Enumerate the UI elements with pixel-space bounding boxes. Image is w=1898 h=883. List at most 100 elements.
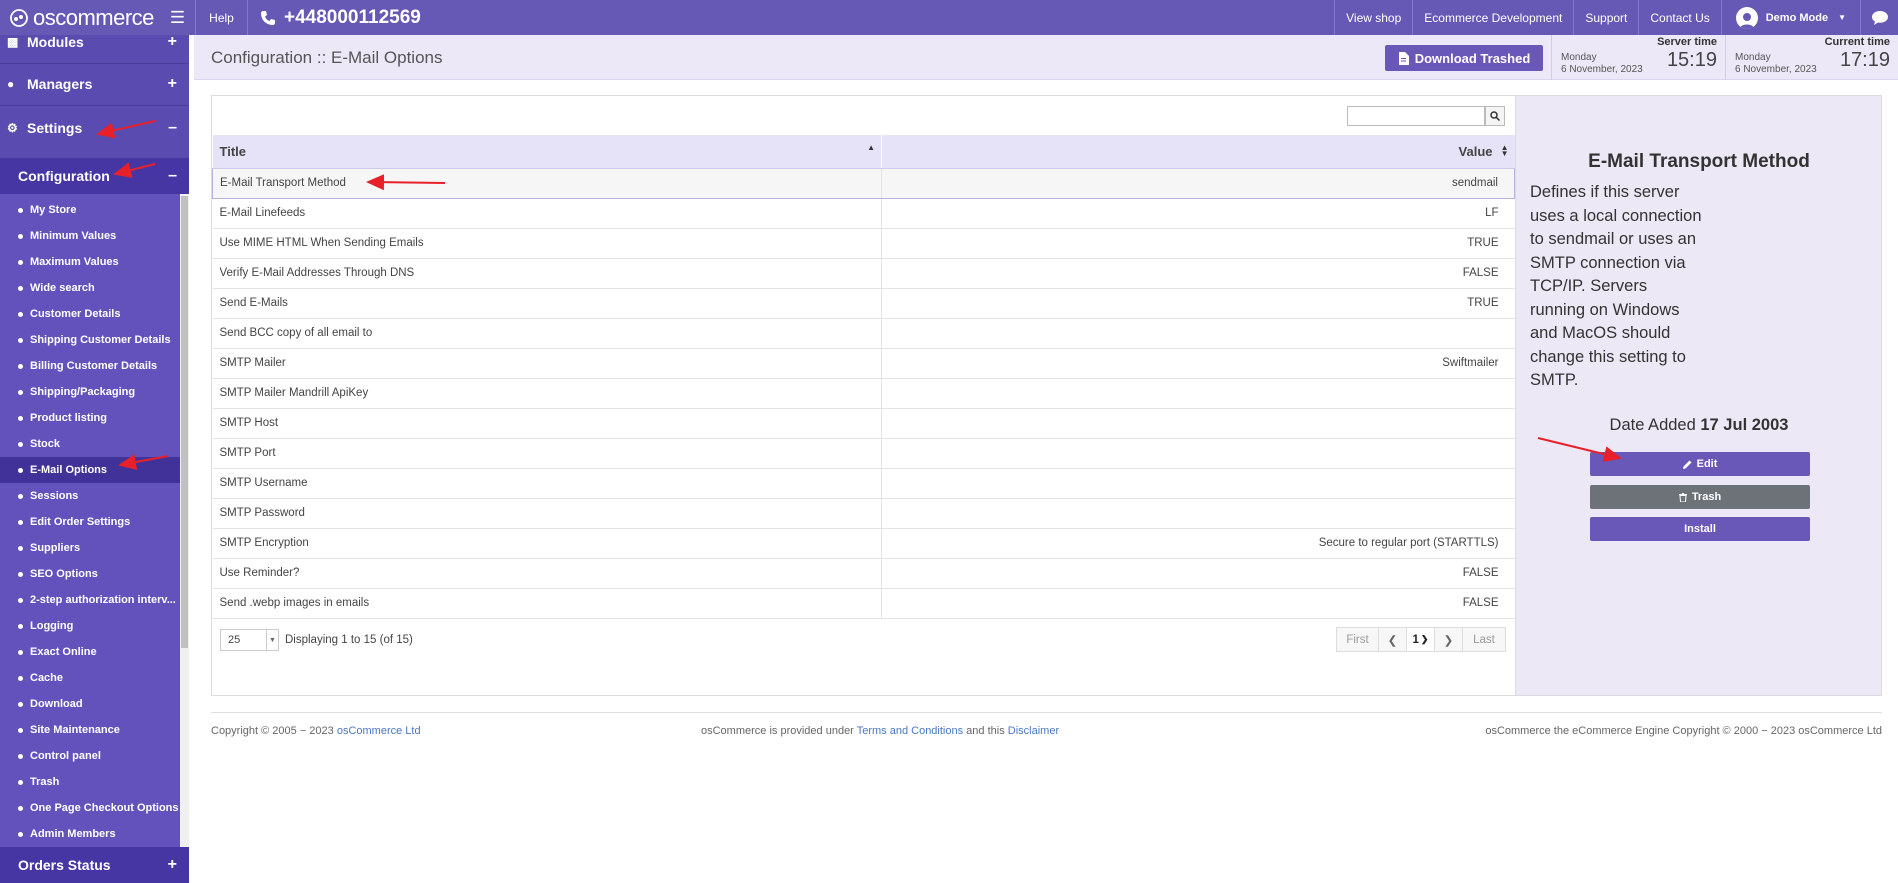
bullet-icon [18,753,23,759]
sidebar-config-item[interactable]: Customer Details [0,301,180,327]
table-row[interactable]: SMTP Port [212,438,1515,469]
sidebar-config-item[interactable]: SEO Options [0,561,180,587]
table-row[interactable]: E-Mail Transport Method sendmail [212,167,1515,199]
sidebar-orders-status[interactable]: Orders Status + [0,847,189,883]
sidebar-config-item-label: Product listing [30,412,107,424]
sidebar-config-item[interactable]: Exact Online [0,639,180,665]
table-row[interactable]: SMTP Host [212,408,1515,439]
bullet-icon [18,571,23,577]
page-title: Configuration :: E-Mail Options [211,48,443,67]
pager-page-select[interactable]: 1 ❯ [1407,628,1435,651]
trash-button[interactable]: Trash [1590,485,1810,509]
row-value: LF [881,198,1515,229]
sidebar-config-item[interactable]: Shipping Customer Details [0,327,180,353]
sidebar-scrollbar[interactable] [180,194,189,866]
sidebar-config-item-label: Site Maintenance [30,724,120,736]
sidebar-config-item[interactable]: My Store [0,197,180,223]
pager-prev-icon[interactable]: ❮ [1379,628,1407,651]
terms-link[interactable]: Terms and Conditions [857,725,963,737]
table-row[interactable]: SMTP Mailer Mandrill ApiKey [212,378,1515,409]
sidebar-modules[interactable]: ▩ Modules + [0,21,189,64]
sidebar-config-item-label: Trash [30,776,60,788]
chat-icon[interactable] [1860,0,1898,35]
search-input[interactable] [1347,106,1485,126]
table-row[interactable]: SMTP Password [212,498,1515,529]
sidebar-config-item[interactable]: Logging [0,613,180,639]
pager-next-icon[interactable]: ❯ [1435,628,1463,651]
sidebar-config-item[interactable]: Billing Customer Details [0,353,180,379]
search-icon [1490,111,1500,121]
row-title: Verify E-Mail Addresses Through DNS [212,258,882,289]
table-row[interactable]: SMTP Encryption Secure to regular port (S… [212,528,1515,559]
bullet-icon [18,675,23,681]
install-button[interactable]: Install [1590,517,1810,541]
row-title: E-Mail Linefeeds [212,198,882,229]
sidebar-config-item[interactable]: Cache [0,665,180,691]
sidebar-config-item[interactable]: Edit Order Settings [0,509,180,535]
table-row[interactable]: Use Reminder? FALSE [212,558,1515,589]
collapse-minus-icon[interactable]: – [168,119,177,137]
sidebar-config-item[interactable]: 2-step authorization interv... [0,587,180,613]
table-row[interactable]: Send E-Mails TRUE [212,288,1515,319]
sidebar-config-item[interactable]: Wide search [0,275,180,301]
column-header-value[interactable]: Value ▲ ▼ [881,135,1515,169]
table-row[interactable]: Verify E-Mail Addresses Through DNS FALSE [212,258,1515,289]
top-bar: oscommerce ☰ Help +448000112569 View sho… [0,0,1898,35]
table-row[interactable]: Send BCC copy of all email to [212,318,1515,349]
sidebar-config-item[interactable]: Suppliers [0,535,180,561]
pager-last[interactable]: Last [1463,628,1505,651]
sidebar-config-item[interactable]: Product listing [0,405,180,431]
sidebar-config-item[interactable]: Admin Members [0,821,180,847]
sidebar-config-item[interactable]: Sessions [0,483,180,509]
sidebar-config-item[interactable]: Minimum Values [0,223,180,249]
sidebar-config-item[interactable]: Stock [0,431,180,457]
sidebar-configuration[interactable]: Configuration – [0,158,189,194]
sidebar-config-item[interactable]: Shipping/Packaging [0,379,180,405]
expand-plus-icon[interactable]: + [168,856,177,874]
table-row[interactable]: SMTP Username [212,468,1515,499]
sidebar-config-item-label: One Page Checkout Options [30,802,179,814]
table-row[interactable]: Send .webp images in emails FALSE [212,588,1515,619]
ecommerce-development-link[interactable]: Ecommerce Development [1412,0,1573,35]
sidebar-config-item[interactable]: Trash [0,769,180,795]
download-trashed-button[interactable]: Download Trashed [1385,45,1543,71]
help-link[interactable]: Help [196,0,248,35]
row-value: Swiftmailer [881,348,1515,379]
disclaimer-link[interactable]: Disclaimer [1008,725,1059,737]
sidebar-config-item[interactable]: One Page Checkout Options [0,795,180,821]
table-row[interactable]: Use MIME HTML When Sending Emails TRUE [212,228,1515,259]
sidebar-config-item[interactable]: Site Maintenance [0,717,180,743]
current-time-label: Current time [1824,36,1890,48]
row-value [881,318,1515,349]
view-shop-link[interactable]: View shop [1334,0,1412,35]
oscommerce-ltd-link[interactable]: osCommerce Ltd [337,725,421,737]
expand-plus-icon[interactable]: + [168,75,177,93]
row-title: Send BCC copy of all email to [212,318,882,349]
table-row[interactable]: E-Mail Linefeeds LF [212,198,1515,229]
edit-button[interactable]: Edit [1590,452,1810,476]
search-button[interactable] [1485,106,1505,126]
sidebar-config-item[interactable]: Download [0,691,180,717]
collapse-minus-icon[interactable]: – [168,167,177,185]
user-menu[interactable]: Demo Mode ▼ [1720,0,1860,35]
expand-plus-icon[interactable]: + [168,33,177,51]
sidebar-config-item[interactable]: Maximum Values [0,249,180,275]
bullet-icon [18,337,23,343]
table-row[interactable]: SMTP Mailer Swiftmailer [212,348,1515,379]
support-link[interactable]: Support [1573,0,1638,35]
phone-number[interactable]: +448000112569 [248,7,421,29]
column-header-title[interactable]: Title ▲ [212,135,882,169]
pager-first[interactable]: First [1337,628,1379,651]
sidebar-config-item[interactable]: E-Mail Options [0,457,189,483]
per-page-select[interactable]: 25 ▼ [220,629,279,651]
bullet-icon [18,233,23,239]
sort-asc-icon[interactable]: ▲ [867,144,875,152]
sidebar-config-item[interactable]: Control panel [0,743,180,769]
bullet-icon [18,545,23,551]
sidebar-settings[interactable]: ⚙ Settings – [0,106,189,149]
row-value [881,408,1515,439]
scrollbar-thumb[interactable] [181,196,188,648]
sort-both-icon[interactable]: ▲ ▼ [1501,144,1509,158]
sidebar-managers[interactable]: ● Managers + [0,63,189,106]
contact-us-link[interactable]: Contact Us [1638,0,1720,35]
